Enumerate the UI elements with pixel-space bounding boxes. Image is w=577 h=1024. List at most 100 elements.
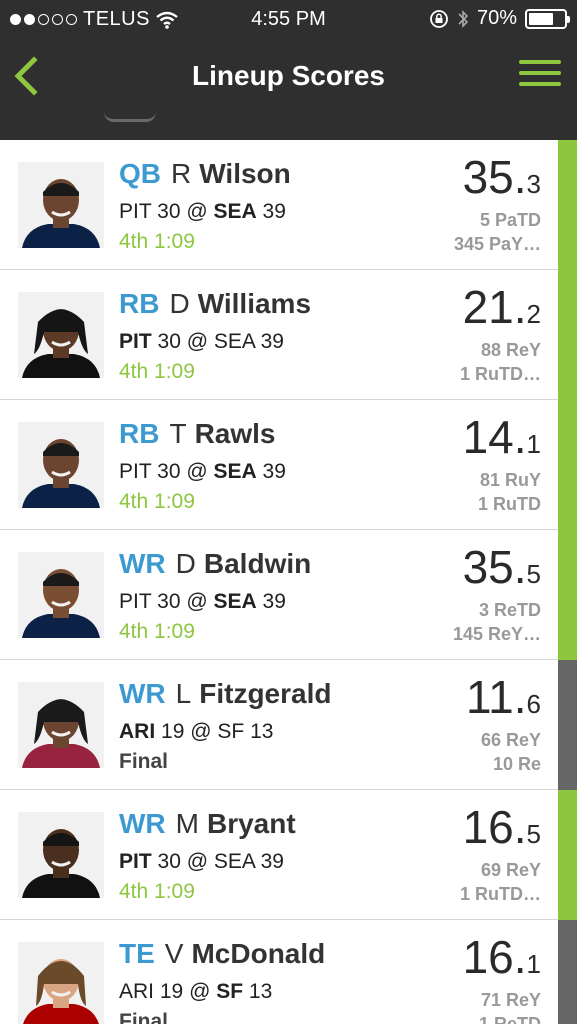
fantasy-points: 11.6: [466, 672, 541, 729]
player-last-name: Fitzgerald: [199, 678, 332, 709]
points-integer: 35.: [462, 151, 527, 203]
player-row[interactable]: QB R Wilson PIT 30 @ SEA 39 4th 1:09 35.3 …: [0, 140, 577, 270]
player-row[interactable]: TE V McDonald ARI 19 @ SF 13 Final 16.1 71…: [0, 920, 577, 1024]
nav-bar: Lineup Scores: [0, 38, 577, 140]
game-clock: 4th 1:09: [119, 490, 195, 513]
home-team: SEA: [213, 850, 255, 873]
points-integer: 16.: [462, 801, 527, 853]
at-symbol: @: [186, 330, 209, 353]
away-score: 30: [157, 330, 181, 353]
game-status-strip: [558, 530, 577, 660]
points-decimal: 2: [526, 299, 541, 329]
player-photo: [18, 682, 104, 768]
home-score: 39: [262, 200, 286, 223]
home-team: SEA: [213, 460, 257, 483]
game-status-strip: [558, 400, 577, 530]
player-name: TE V McDonald: [119, 938, 325, 970]
points-integer: 16.: [462, 931, 527, 983]
player-position: RB: [119, 288, 160, 319]
bluetooth-icon: [458, 9, 469, 28]
player-row[interactable]: WR M Bryant PIT 30 @ SEA 39 4th 1:09 16.5 …: [0, 790, 577, 920]
player-last-name: McDonald: [191, 938, 326, 969]
away-score: 19: [159, 980, 184, 1003]
stat-line-1: 81 RuY: [479, 470, 541, 490]
player-position: TE: [119, 938, 155, 969]
away-team: PIT: [119, 460, 152, 483]
status-right: 70%: [429, 7, 570, 30]
player-position: WR: [119, 808, 166, 839]
player-photo: [18, 422, 104, 508]
player-photo: [18, 162, 104, 248]
stat-line-2: 10 Re: [492, 754, 541, 774]
game-status-strip: [558, 920, 577, 1024]
game-status-strip: [558, 140, 577, 270]
game-clock: 4th 1:09: [119, 620, 195, 643]
player-row[interactable]: WR D Baldwin PIT 30 @ SEA 39 4th 1:09 35.5…: [0, 530, 577, 660]
rotation-lock-icon: [430, 9, 448, 28]
player-name: WR M Bryant: [119, 808, 296, 840]
points-decimal: 1: [526, 429, 541, 459]
player-photo-graphic: [18, 682, 104, 768]
battery-icon: [525, 8, 570, 29]
player-last-name: Wilson: [199, 158, 291, 189]
stat-line-2: 1 ReTD: [478, 1014, 541, 1024]
home-team: SF: [216, 980, 244, 1003]
game-matchup: ARI 19 @ SF 13: [119, 980, 272, 1004]
game-status-strip: [558, 270, 577, 400]
stat-line-2: 1 RuTD: [478, 494, 541, 514]
player-position: RB: [119, 418, 160, 449]
home-score: 39: [262, 590, 286, 613]
lineup-list: QB R Wilson PIT 30 @ SEA 39 4th 1:09 35. 3 …: [0, 140, 577, 1024]
stat-line-2: 345 PaY…: [453, 234, 541, 254]
status-bar: TELUS 4:55 PM 70%: [0, 0, 577, 38]
player-row[interactable]: RB D Williams PIT 30 @ SEA 39 4th 1:09 21.…: [0, 270, 577, 400]
player-last-name: Williams: [197, 288, 312, 319]
away-score: 30: [157, 590, 181, 613]
game-clock: 4th 1:09: [119, 230, 195, 253]
home-score: 39: [260, 330, 284, 353]
away-team: PIT: [119, 330, 152, 353]
away-score: 30: [157, 850, 181, 873]
stat-line-1: 69 ReY: [480, 860, 541, 880]
home-score: 13: [248, 980, 273, 1003]
player-photo-graphic: [18, 162, 104, 248]
points-decimal: 5: [526, 559, 541, 589]
hamburger-menu-icon[interactable]: [519, 60, 561, 88]
game-clock: Final: [119, 1010, 169, 1024]
player-row[interactable]: RB T Rawls PIT 30 @ SEA 39 4th 1:09 14.1 8…: [0, 400, 577, 530]
away-score: 30: [157, 460, 181, 483]
at-symbol: @: [189, 980, 211, 1003]
game-clock: 4th 1:09: [119, 880, 195, 903]
home-team: SEA: [213, 330, 255, 353]
player-photo-graphic: [18, 942, 104, 1024]
fantasy-points: 35.3: [463, 152, 541, 209]
battery-percent: 70%: [476, 7, 517, 29]
game-matchup: ARI 19 @ SF 13: [119, 720, 273, 744]
player-photo-graphic: [18, 812, 104, 898]
fantasy-points: 16.1: [463, 932, 541, 989]
player-row[interactable]: WR L Fitzgerald ARI 19 @ SF 13 Final 11.6 …: [0, 660, 577, 790]
points-decimal: 6: [526, 689, 541, 719]
home-score: 13: [250, 720, 274, 743]
stat-line-1: 3 ReTD: [478, 600, 541, 620]
at-symbol: @: [190, 720, 212, 743]
away-score: 30: [157, 200, 181, 223]
away-team: ARI: [119, 720, 156, 743]
points-decimal: 1: [526, 949, 541, 979]
player-photo: [18, 292, 104, 378]
at-symbol: @: [186, 850, 209, 873]
game-matchup: PIT 30 @ SEA 39: [119, 330, 284, 354]
stat-line-1: 88 ReY: [480, 340, 541, 360]
home-score: 39: [260, 850, 284, 873]
away-team: ARI: [119, 980, 155, 1003]
player-name: WR L Fitzgerald: [119, 678, 331, 710]
player-photo-graphic: [18, 292, 104, 378]
away-team: PIT: [119, 850, 152, 873]
at-symbol: @: [186, 460, 208, 483]
player-last-name: Rawls: [194, 418, 276, 449]
points-integer: 35.: [462, 541, 527, 593]
away-score: 19: [161, 720, 185, 743]
game-matchup: PIT 30 @ SEA 39: [119, 200, 286, 224]
page-title: Lineup Scores: [192, 60, 385, 91]
player-last-name: Bryant: [206, 808, 296, 839]
